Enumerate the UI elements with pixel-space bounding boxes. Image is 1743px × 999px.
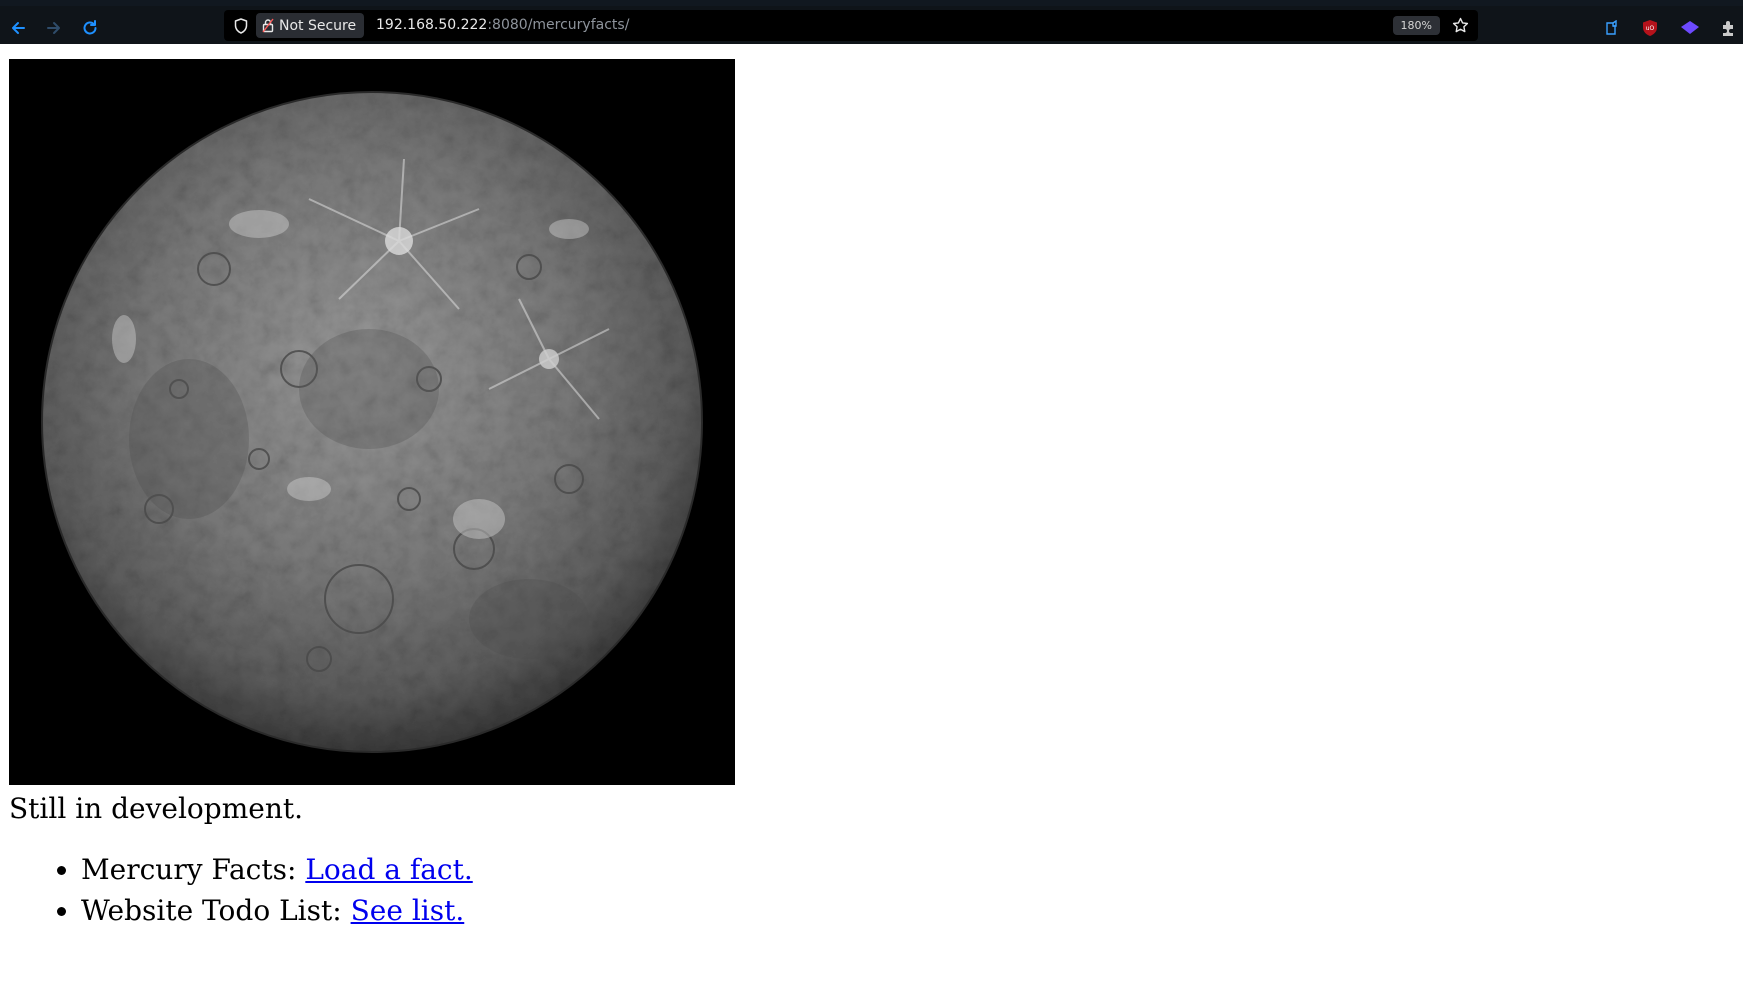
shield-icon[interactable] [232, 17, 250, 35]
see-list-link[interactable]: See list. [351, 894, 465, 927]
back-arrow-icon[interactable] [6, 16, 30, 40]
url-path: :8080/mercuryfacts/ [487, 17, 630, 33]
extensions-icon[interactable] [1602, 18, 1622, 38]
mercury-facts-label: Mercury Facts: [81, 853, 306, 886]
development-status-text: Still in development. [9, 792, 304, 825]
zoom-level-badge[interactable]: 180% [1392, 16, 1440, 35]
lock-icon [262, 18, 274, 33]
load-fact-link[interactable]: Load a fact. [305, 853, 472, 886]
todo-list-label: Website Todo List: [81, 894, 351, 927]
proton-vpn-icon[interactable] [1680, 18, 1700, 38]
url-host: 192.168.50.222 [376, 17, 488, 33]
mercury-planet-image [9, 59, 735, 785]
security-indicator[interactable]: Not Secure [256, 13, 365, 38]
list-item-mercury-facts: Mercury Facts: Load a fact. [81, 849, 735, 890]
star-icon[interactable] [1450, 15, 1470, 35]
url-bar[interactable]: Not Secure 192.168.50.222:8080/mercuryfa… [224, 10, 1478, 41]
browser-toolbar: Not Secure 192.168.50.222:8080/mercuryfa… [0, 0, 1743, 44]
puzzle-icon[interactable] [1718, 18, 1738, 38]
svg-text:uO: uO [1646, 25, 1655, 32]
list-item-todo-list: Website Todo List: See list. [81, 890, 735, 931]
security-label: Not Secure [279, 17, 357, 34]
page-content: Still in development. Mercury Facts: Loa… [9, 59, 735, 931]
forward-arrow-icon[interactable] [42, 16, 66, 40]
url-text[interactable]: 192.168.50.222:8080/mercuryfacts/ [376, 17, 629, 33]
links-list: Mercury Facts: Load a fact. Website Todo… [9, 849, 735, 931]
reload-icon[interactable] [78, 16, 102, 40]
ublock-icon[interactable]: uO [1640, 18, 1660, 38]
